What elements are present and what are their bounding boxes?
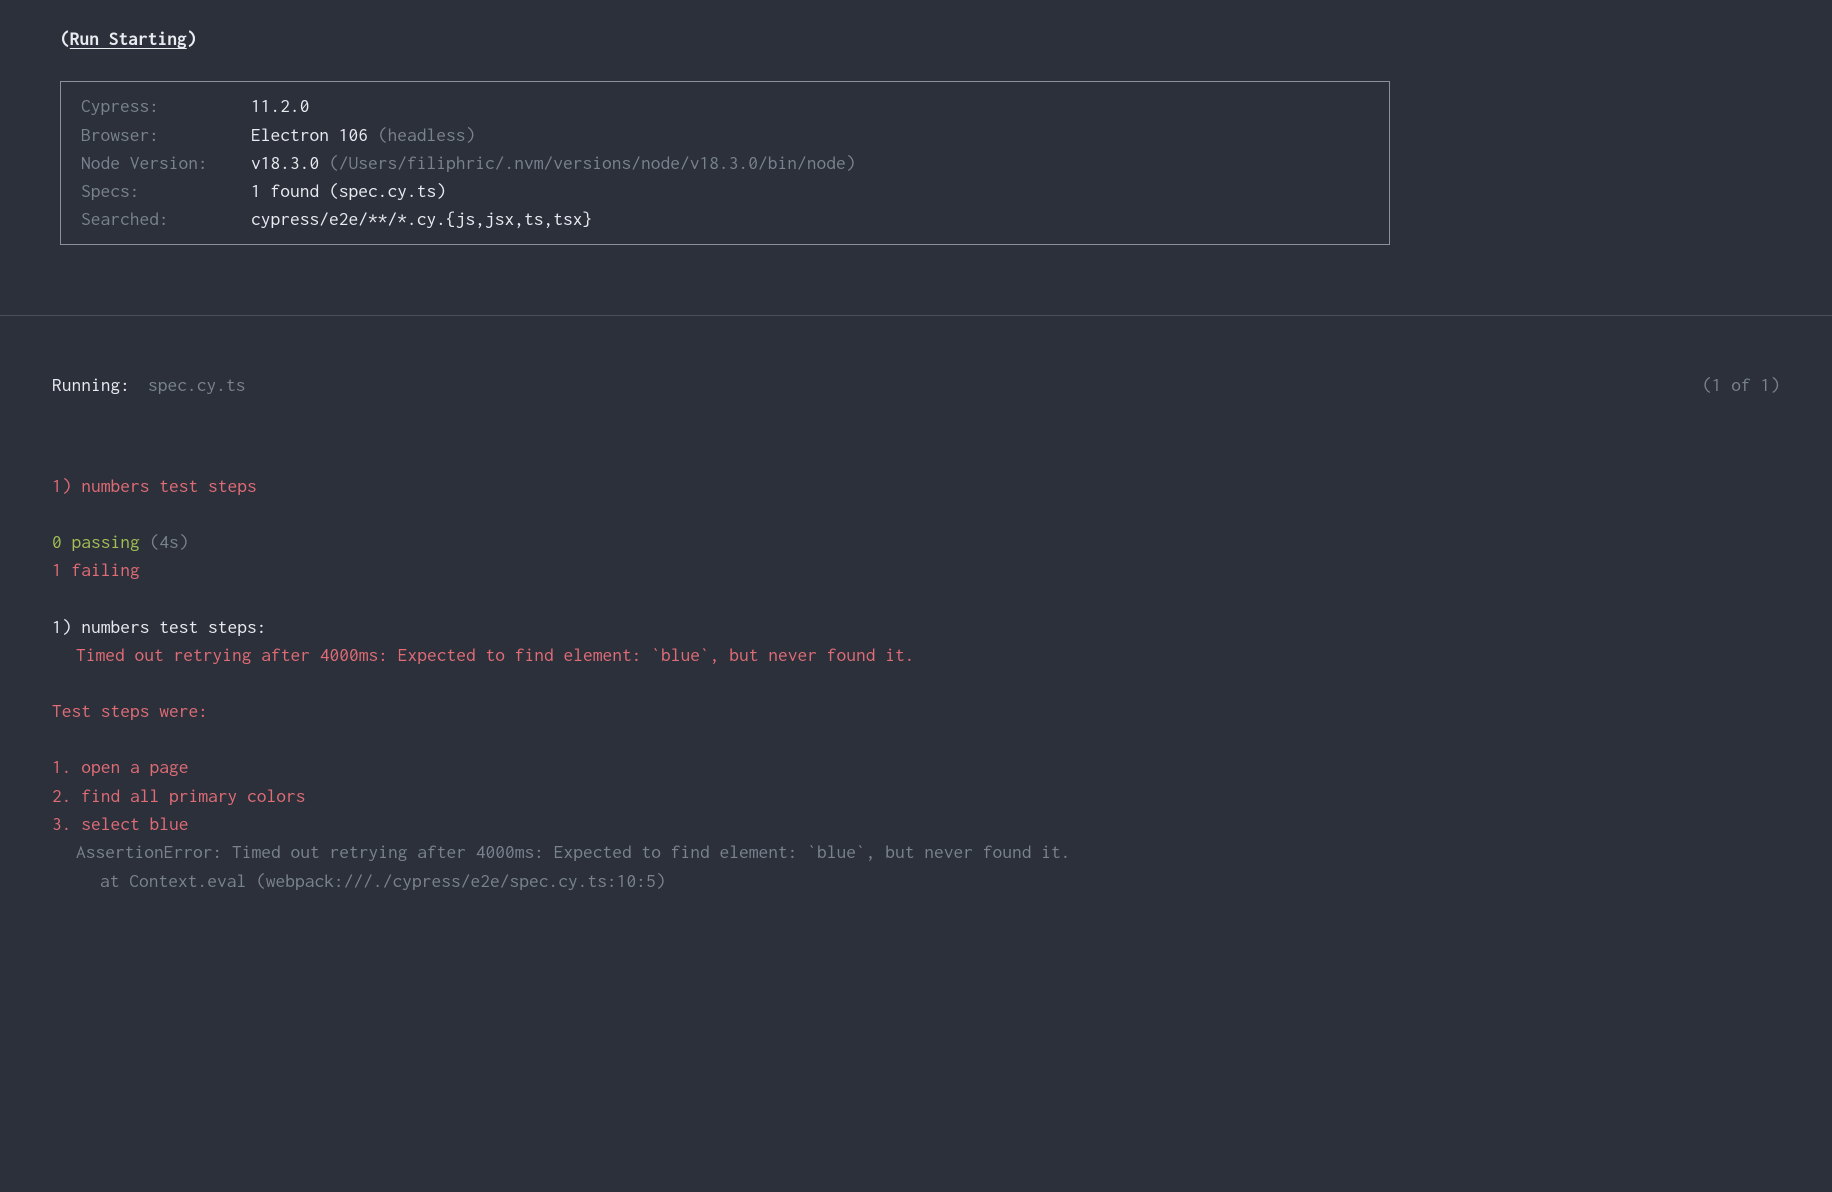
run-starting-header: (Run Starting): [52, 25, 1780, 53]
section-divider: [0, 315, 1832, 316]
specs-label: Specs:: [81, 177, 251, 205]
running-count: (1 of 1): [1702, 371, 1780, 399]
specs-value: 1 found (spec.cy.ts): [251, 180, 446, 201]
info-row-browser: Browser: Electron 106 (headless): [81, 121, 1369, 149]
failure-message: Timed out retrying after 4000ms: Expecte…: [52, 641, 1780, 669]
passing-count: 0: [52, 531, 62, 552]
terminal-output: (Run Starting) Cypress: 11.2.0 Browser: …: [0, 25, 1832, 895]
stack-trace: at Context.eval (webpack:///./cypress/e2…: [52, 867, 1780, 895]
passing-label: passing: [62, 531, 150, 552]
failing-line: 1 failing: [52, 556, 1780, 584]
passing-time: (4s): [150, 531, 189, 552]
test-step-3: 3. select blue: [52, 810, 1780, 838]
test-name-line: 1) numbers test steps: [52, 472, 1780, 500]
test-results: 1) numbers test steps 0 passing (4s) 1 f…: [52, 472, 1780, 895]
info-row-specs: Specs: 1 found (spec.cy.ts): [81, 177, 1369, 205]
run-starting-title: Run Starting: [70, 28, 187, 49]
cypress-value: 11.2.0: [251, 95, 310, 116]
searched-value: cypress/e2e/**/*.cy.{js,jsx,ts,tsx}: [251, 208, 592, 229]
test-step-1: 1. open a page: [52, 753, 1780, 781]
info-row-cypress: Cypress: 11.2.0: [81, 92, 1369, 120]
paren-close: ): [187, 28, 197, 49]
node-label: Node Version:: [81, 149, 251, 177]
cypress-label: Cypress:: [81, 92, 251, 120]
node-value: v18.3.0: [251, 152, 329, 173]
browser-value: Electron 106: [251, 124, 378, 145]
info-row-searched: Searched: cypress/e2e/**/*.cy.{js,jsx,ts…: [81, 205, 1369, 233]
failure-title: 1) numbers test steps:: [52, 613, 1780, 641]
test-steps-label: Test steps were:: [52, 697, 1780, 725]
browser-extra: (headless): [378, 124, 476, 145]
browser-label: Browser:: [81, 121, 251, 149]
assertion-error: AssertionError: Timed out retrying after…: [52, 838, 1780, 866]
searched-label: Searched:: [81, 205, 251, 233]
running-line: Running: spec.cy.ts (1 of 1): [52, 371, 1780, 399]
running-label: Running:: [52, 374, 130, 395]
node-extra: (/Users/filiphric/.nvm/versions/node/v18…: [329, 152, 856, 173]
paren-open: (: [60, 28, 70, 49]
passing-line: 0 passing (4s): [52, 528, 1780, 556]
running-spec: spec.cy.ts: [148, 374, 246, 395]
info-row-node: Node Version: v18.3.0 (/Users/filiphric/…: [81, 149, 1369, 177]
run-info-box: Cypress: 11.2.0 Browser: Electron 106 (h…: [60, 81, 1390, 244]
test-step-2: 2. find all primary colors: [52, 782, 1780, 810]
